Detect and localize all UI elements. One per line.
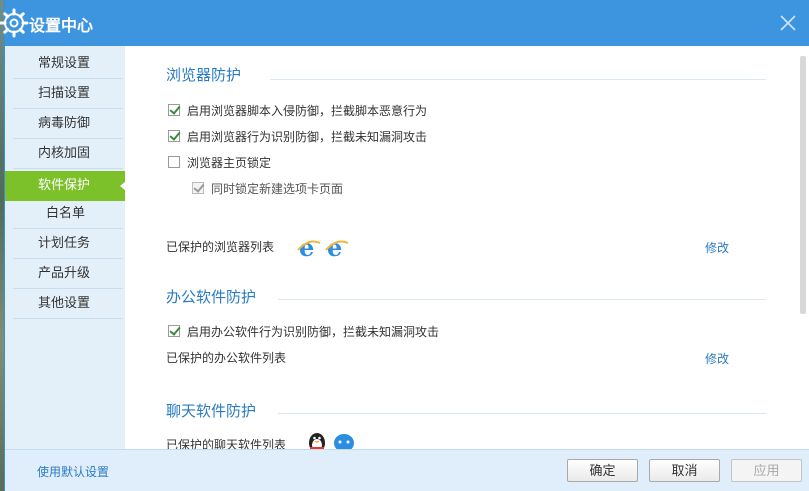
protected-office-label: 已保护的办公软件列表 — [166, 351, 287, 365]
sidebar-item-other[interactable]: 其他设置 — [5, 289, 125, 319]
title-bar[interactable]: 设置中心 — [0, 0, 809, 46]
option-label: 启用浏览器脚本入侵防御，拦截脚本恶意行为 — [187, 104, 428, 118]
sidebar-item-label: 扫描设置 — [38, 86, 91, 101]
protected-chat-label: 已保护的聊天软件列表 — [166, 438, 287, 449]
restore-defaults-link[interactable]: 使用默认设置 — [37, 463, 109, 480]
section-title-chat: 聊天软件防护 — [166, 402, 257, 420]
sidebar-item-label: 常规设置 — [38, 56, 91, 71]
footer-bar: 使用默认设置 确定 取消 应用 — [5, 449, 809, 491]
sidebar-item-label: 产品升级 — [38, 266, 91, 281]
sidebar-item-label: 其他设置 — [38, 296, 91, 311]
cancel-button[interactable]: 取消 — [649, 459, 720, 482]
sidebar-item-software-protection[interactable]: 软件保护 — [5, 171, 126, 201]
checkbox — [192, 182, 204, 194]
ie-browser-icon: e — [325, 234, 349, 260]
section-divider — [278, 413, 766, 414]
sidebar-item-kernel[interactable]: 内核加固 — [5, 139, 125, 169]
close-icon[interactable] — [777, 12, 799, 34]
section-divider — [270, 79, 766, 80]
ok-button[interactable]: 确定 — [567, 459, 638, 482]
qq-penguin-icon — [309, 433, 325, 449]
chat-bubble-icon — [334, 434, 354, 449]
sidebar-item-virus-defense[interactable]: 病毒防御 — [5, 109, 125, 139]
sidebar-item-label: 软件保护 — [38, 178, 91, 193]
protected-browsers-label: 已保护的浏览器列表 — [166, 240, 275, 254]
option-label: 浏览器主页锁定 — [187, 156, 272, 170]
checkbox[interactable] — [168, 130, 180, 142]
checkbox[interactable] — [168, 325, 180, 337]
sidebar-item-whitelist[interactable]: 白名单 — [5, 199, 125, 229]
sidebar-item-upgrade[interactable]: 产品升级 — [5, 259, 125, 289]
sidebar-item-general[interactable]: 常规设置 — [5, 49, 125, 79]
vertical-scrollbar[interactable] — [797, 46, 809, 449]
sidebar-item-label: 内核加固 — [38, 146, 91, 161]
settings-content[interactable]: 浏览器防护 启用浏览器脚本入侵防御，拦截脚本恶意行为 启用浏览器行为识别防御，拦… — [125, 46, 797, 449]
ie-browser-icon: e — [297, 234, 321, 260]
option-label: 同时锁定新建选项卡页面 — [211, 182, 344, 196]
sidebar-item-scheduled-tasks[interactable]: 计划任务 — [5, 229, 125, 259]
settings-window: 设置中心 常规设置 扫描设置 病毒防御 内核加固 软件保护 白名单 计划任务 产… — [0, 0, 809, 491]
checkbox[interactable] — [168, 104, 180, 116]
apply-button[interactable]: 应用 — [731, 459, 802, 482]
sidebar-item-label: 计划任务 — [38, 236, 91, 251]
gear-icon — [0, 8, 29, 38]
sidebar-item-label: 病毒防御 — [38, 116, 91, 131]
sidebar-item-scan[interactable]: 扫描设置 — [5, 79, 125, 109]
checkbox[interactable] — [168, 156, 180, 168]
option-label: 启用浏览器行为识别防御，拦截未知漏洞攻击 — [187, 130, 428, 144]
section-title-browser: 浏览器防护 — [166, 66, 242, 84]
section-title-office: 办公软件防护 — [166, 288, 257, 306]
window-title: 设置中心 — [29, 16, 94, 35]
modify-office-link[interactable]: 修改 — [705, 350, 729, 367]
section-divider — [278, 299, 766, 300]
scrollbar-thumb[interactable] — [800, 56, 806, 314]
sidebar-nav: 常规设置 扫描设置 病毒防御 内核加固 软件保护 白名单 计划任务 产品升级 其… — [5, 46, 126, 449]
sidebar-item-label: 白名单 — [46, 206, 86, 221]
modify-browsers-link[interactable]: 修改 — [705, 239, 729, 256]
option-label: 启用办公软件行为识别防御，拦截未知漏洞攻击 — [187, 325, 440, 339]
